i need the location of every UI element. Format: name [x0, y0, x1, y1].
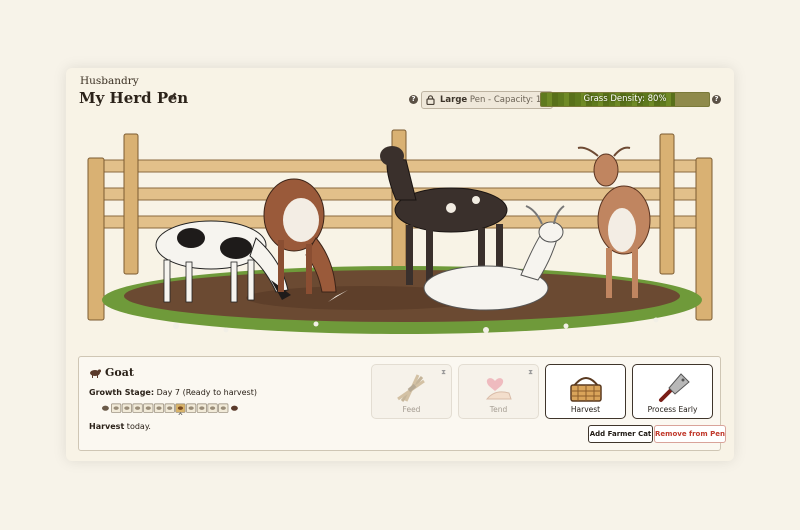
timeline-day-icon-1: [113, 406, 119, 410]
husbandry-card: Husbandry My Herd Pen ? Large Pen - Capa…: [66, 68, 734, 461]
timeline-day-icon-5: [156, 406, 162, 410]
process-early-button[interactable]: Process Early: [632, 364, 713, 419]
timeline-day-icon-4: [145, 406, 151, 410]
timeline-day-icon-3: [135, 406, 141, 410]
growth-timeline: [102, 403, 238, 415]
harvest-when: today.: [124, 422, 151, 431]
grass-density-label: Grass Density: 80%: [583, 94, 667, 104]
section-kicker: Husbandry: [80, 75, 139, 87]
help-icon[interactable]: ?: [712, 95, 721, 104]
tend-button[interactable]: ⧗ Tend: [458, 364, 539, 419]
timeline-day-icon-7: [177, 406, 183, 410]
add-farmer-cat-button[interactable]: Add Farmer Cat: [588, 425, 653, 443]
pencil-icon[interactable]: [167, 91, 178, 102]
cleaver-icon: [658, 373, 690, 402]
process-early-label: Process Early: [647, 405, 698, 414]
wheat-bundle-icon: [396, 374, 425, 402]
timeline-day-icon-10: [210, 406, 216, 410]
lock-icon: [426, 95, 435, 105]
harvest-info: Harvest today.: [89, 422, 151, 431]
timeline-current-marker: [178, 412, 183, 415]
harvest-button[interactable]: Harvest: [545, 364, 626, 419]
pen-size: Large: [440, 95, 468, 105]
basket-icon: [569, 377, 602, 402]
timeline-day-icon-2: [124, 406, 130, 410]
timeline-day-icon-6: [167, 406, 173, 410]
animal-detail-panel: Goat Growth Stage: Day 7 (Ready to harve…: [78, 356, 726, 451]
pen-scene: [87, 129, 713, 334]
heart-hand-icon: [485, 378, 512, 400]
timeline-start-icon: [102, 405, 109, 411]
tend-label: Tend: [489, 405, 508, 414]
goat-icon: [90, 369, 101, 378]
feed-button[interactable]: ⧗ Feed: [371, 364, 452, 419]
timeline-day-icon-9: [199, 406, 205, 410]
hourglass-icon: ⧗: [441, 368, 446, 376]
animal-name-text: Goat: [105, 366, 134, 379]
hourglass-icon: ⧗: [528, 368, 533, 376]
growth-stage-label: Growth Stage:: [89, 388, 155, 397]
grass-density-bar: Grass Density: 80%: [540, 92, 710, 107]
remove-from-pen-button[interactable]: Remove from Pen: [654, 425, 726, 443]
growth-stage: Growth Stage: Day 7 (Ready to harvest): [89, 388, 257, 397]
grass-density-empty: [675, 93, 709, 106]
animal-name: Goat: [89, 366, 134, 379]
pen-capacity-tag: Large Pen - Capacity: 10: [421, 91, 553, 109]
growth-stage-value: Day 7 (Ready to harvest): [156, 388, 257, 397]
harvest-action-label: Harvest: [570, 405, 601, 414]
timeline-end-icon: [231, 405, 238, 411]
harvest-label: Harvest: [89, 422, 125, 431]
pen-capacity: Pen - Capacity: 10: [469, 95, 547, 105]
feed-label: Feed: [402, 405, 421, 414]
timeline-day-icon-8: [188, 406, 194, 410]
timeline-day-icon-11: [220, 406, 226, 410]
help-icon[interactable]: ?: [409, 95, 418, 104]
